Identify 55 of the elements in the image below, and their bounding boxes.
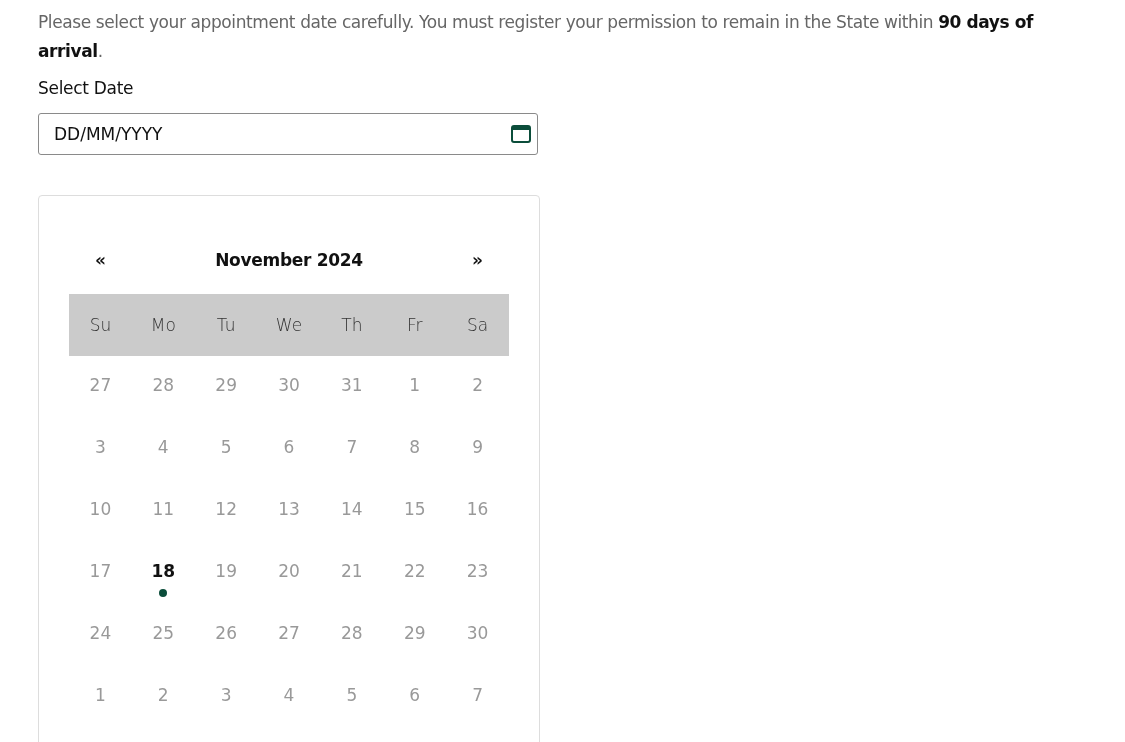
calendar-day[interactable]: 5 bbox=[344, 685, 360, 705]
weekday-label: Tu bbox=[216, 315, 236, 335]
calendar-day[interactable]: 8 bbox=[407, 437, 423, 457]
calendar-day[interactable]: 22 bbox=[401, 561, 428, 581]
calendar-day[interactable]: 4 bbox=[155, 437, 171, 457]
calendar-day[interactable]: 18 bbox=[149, 561, 178, 581]
calendar-day[interactable]: 14 bbox=[339, 499, 365, 519]
field-label: Select Date bbox=[38, 78, 135, 98]
calendar-day[interactable]: 20 bbox=[276, 561, 302, 581]
calendar-day[interactable]: 16 bbox=[464, 499, 491, 519]
calendar-day[interactable]: 29 bbox=[213, 375, 239, 395]
calendar-day[interactable]: 12 bbox=[213, 499, 239, 519]
calendar-day[interactable]: 23 bbox=[464, 561, 491, 581]
calendar-day[interactable]: 6 bbox=[407, 685, 423, 705]
month-title: November 2024 bbox=[214, 250, 364, 270]
calendar-day[interactable]: 30 bbox=[464, 623, 491, 643]
next-month-button[interactable]: » bbox=[468, 250, 488, 270]
calendar-day[interactable]: 11 bbox=[150, 499, 177, 519]
calendar-day[interactable]: 13 bbox=[276, 499, 302, 519]
calendar-day[interactable]: 7 bbox=[344, 437, 360, 457]
instruction-text: Please select your appointment date carefully. You must register your permission to remain in the State within 90 days of arrival. bbox=[38, 11, 1035, 63]
calendar-day[interactable]: 2 bbox=[470, 375, 485, 395]
weekday-label: Fr bbox=[406, 315, 423, 335]
weekday-label: Mo bbox=[150, 315, 176, 335]
calendar-day[interactable]: 25 bbox=[150, 623, 177, 643]
date-input-field[interactable]: DD/MM/YYYY bbox=[38, 113, 538, 155]
calendar-day[interactable]: 28 bbox=[339, 623, 365, 643]
calendar-day[interactable]: 5 bbox=[218, 437, 234, 457]
calendar-day[interactable]: 21 bbox=[339, 561, 365, 581]
calendar-day[interactable]: 27 bbox=[276, 623, 302, 643]
calendar-day[interactable]: 4 bbox=[281, 685, 297, 705]
calendar-day[interactable]: 6 bbox=[281, 437, 297, 457]
calendar-day[interactable]: 26 bbox=[213, 623, 239, 643]
calendar-day[interactable]: 3 bbox=[218, 685, 234, 705]
calendar-day[interactable]: 2 bbox=[155, 685, 171, 705]
calendar-day[interactable]: 24 bbox=[87, 623, 114, 643]
calendar-day[interactable]: 29 bbox=[401, 623, 428, 643]
calendar-day[interactable]: 30 bbox=[276, 375, 302, 395]
calendar-day[interactable]: 17 bbox=[87, 561, 114, 581]
calendar-day[interactable]: 27 bbox=[87, 375, 114, 395]
weekday-label: Su bbox=[89, 315, 112, 335]
calendar-day[interactable]: 3 bbox=[93, 437, 108, 457]
calendar-day[interactable]: 19 bbox=[213, 561, 239, 581]
weekday-label: Sa bbox=[466, 315, 489, 335]
weekday-label: We bbox=[275, 315, 303, 335]
calendar-day[interactable]: 10 bbox=[87, 499, 114, 519]
calendar-day[interactable]: 1 bbox=[93, 685, 108, 705]
calendar-day[interactable]: 1 bbox=[407, 375, 423, 395]
calendar-day[interactable]: 9 bbox=[470, 437, 485, 457]
weekday-label: Th bbox=[341, 315, 363, 335]
calendar-day[interactable]: 28 bbox=[150, 375, 177, 395]
calendar-day[interactable]: 15 bbox=[401, 499, 428, 519]
calendar-day[interactable]: 31 bbox=[339, 375, 365, 395]
previous-month-button[interactable]: « bbox=[90, 250, 110, 270]
calendar-day[interactable]: 7 bbox=[470, 685, 485, 705]
